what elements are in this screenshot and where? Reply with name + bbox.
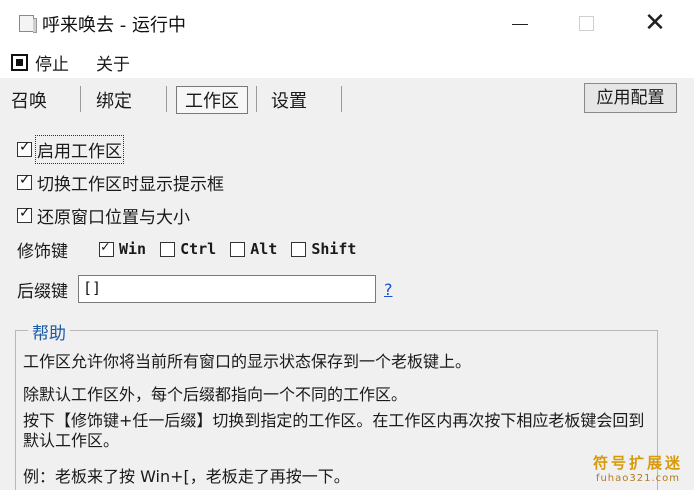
modifier-alt[interactable]: Alt — [230, 240, 277, 258]
suffix-row: 后缀键 [] ? — [17, 275, 393, 303]
modifier-label: 修饰键 — [17, 241, 68, 262]
help-groupbox: 帮助 工作区允许你将当前所有窗口的显示状态保存到一个老板键上。 除默认工作区外，… — [15, 319, 658, 490]
modifier-shift[interactable]: Shift — [291, 240, 356, 258]
tab-bar: 召唤 绑定 工作区 设置 应用配置 — [0, 78, 694, 120]
tab-divider — [80, 86, 81, 112]
enable-workspace-option[interactable]: 启用工作区 — [17, 135, 124, 164]
modifier-shift-checkbox[interactable] — [291, 241, 307, 257]
site-watermark: 符号扩展迷 fuhao321.com — [590, 452, 686, 484]
restore-position-checkbox[interactable] — [17, 205, 32, 223]
show-tip-option[interactable]: 切换工作区时显示提示框 — [17, 170, 224, 195]
suffix-label: 后缀键 — [17, 281, 68, 302]
enable-workspace-label: 启用工作区 — [35, 135, 124, 164]
modifier-alt-label: Alt — [250, 240, 278, 258]
menu-item-about[interactable]: 关于 — [96, 50, 130, 75]
app-icon — [19, 15, 37, 33]
restore-position-label: 还原窗口位置与大小 — [37, 208, 190, 228]
workspace-panel: 启用工作区 切换工作区时显示提示框 还原窗口位置与大小 修饰键 Win Ctrl… — [0, 120, 694, 490]
modifier-win-checkbox[interactable] — [99, 239, 114, 257]
suffix-input[interactable]: [] — [78, 275, 376, 303]
help-text-line: 按下【修饰键+任一后缀】切换到指定的工作区。在工作区内再次按下相应老板键会回到默… — [23, 411, 645, 450]
tab-workspace[interactable]: 工作区 — [185, 87, 239, 113]
restore-position-option[interactable]: 还原窗口位置与大小 — [17, 203, 190, 228]
stop-icon — [11, 54, 28, 71]
watermark-url: fuhao321.com — [595, 473, 681, 484]
modifier-shift-label: Shift — [311, 240, 357, 258]
tab-divider — [256, 86, 257, 112]
menu-item-stop[interactable]: 停止 — [11, 50, 69, 75]
window-title: 呼来唤去 - 运行中 — [42, 15, 186, 36]
tab-divider — [341, 86, 342, 112]
minimize-icon — [512, 24, 528, 25]
modifier-win[interactable]: Win — [99, 239, 147, 258]
menu-stop-label: 停止 — [35, 55, 69, 75]
modifier-ctrl-label: Ctrl — [180, 240, 217, 258]
help-text-line: 工作区允许你将当前所有窗口的显示状态保存到一个老板键上。 — [23, 352, 472, 371]
modifier-row: 修饰键 Win Ctrl Alt Shift — [17, 237, 370, 262]
tab-divider — [166, 86, 167, 112]
help-text-line: 例：老板来了按 Win+[，老板走了再按一下。 — [23, 467, 350, 486]
close-icon: ✕ — [644, 8, 666, 38]
modifier-ctrl[interactable]: Ctrl — [160, 240, 216, 258]
maximize-button[interactable] — [563, 0, 609, 46]
modifier-win-label: Win — [119, 240, 147, 258]
show-tip-checkbox[interactable] — [17, 172, 32, 190]
tab-settings[interactable]: 设置 — [271, 87, 307, 113]
modifier-alt-checkbox[interactable] — [230, 241, 246, 257]
maximize-icon — [579, 16, 594, 31]
modifier-ctrl-checkbox[interactable] — [160, 241, 176, 257]
suffix-help-link[interactable]: ? — [384, 280, 393, 299]
enable-workspace-checkbox[interactable] — [17, 139, 32, 157]
title-bar: 呼来唤去 - 运行中 ✕ — [0, 0, 694, 46]
help-title: 帮助 — [28, 319, 70, 344]
tab-summon[interactable]: 召唤 — [11, 87, 47, 113]
show-tip-label: 切换工作区时显示提示框 — [37, 175, 224, 195]
help-text-line: 除默认工作区外，每个后缀都指向一个不同的工作区。 — [23, 385, 408, 404]
close-button[interactable]: ✕ — [632, 0, 678, 46]
tab-bind[interactable]: 绑定 — [96, 87, 132, 113]
apply-config-button[interactable]: 应用配置 — [584, 83, 677, 113]
watermark-title: 符号扩展迷 — [592, 454, 683, 472]
menu-bar: 停止 关于 — [0, 46, 694, 78]
minimize-button[interactable] — [496, 0, 542, 46]
